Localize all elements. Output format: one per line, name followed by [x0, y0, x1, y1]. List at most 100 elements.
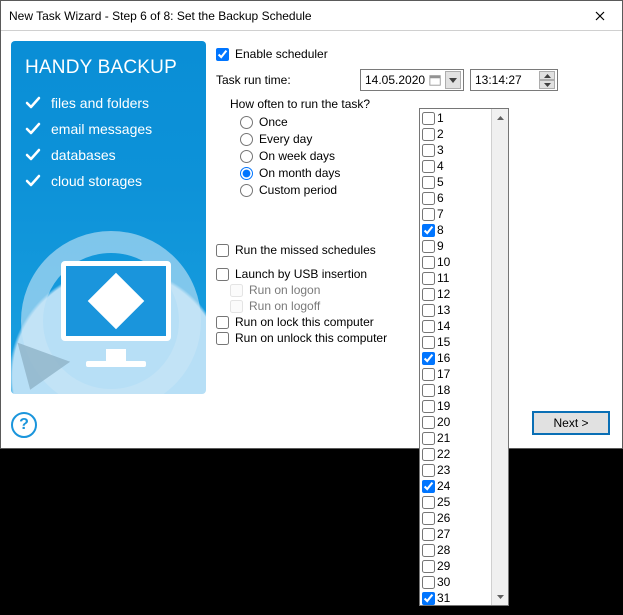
day-checkbox[interactable] — [422, 160, 435, 173]
radio-month-days-input[interactable] — [240, 167, 253, 180]
day-checkbox[interactable] — [422, 208, 435, 221]
day-checkbox[interactable] — [422, 112, 435, 125]
day-row[interactable]: 15 — [422, 334, 489, 350]
time-spin-up[interactable] — [539, 71, 555, 80]
sidebar-panel: HANDY BACKUP files and foldersemail mess… — [11, 41, 206, 394]
day-checkbox[interactable] — [422, 448, 435, 461]
day-row[interactable]: 29 — [422, 558, 489, 574]
day-row[interactable]: 11 — [422, 270, 489, 286]
day-row[interactable]: 4 — [422, 158, 489, 174]
day-row[interactable]: 8 — [422, 222, 489, 238]
day-checkbox[interactable] — [422, 496, 435, 509]
day-row[interactable]: 27 — [422, 526, 489, 542]
day-row[interactable]: 19 — [422, 398, 489, 414]
day-checkbox[interactable] — [422, 320, 435, 333]
day-row[interactable]: 16 — [422, 350, 489, 366]
day-row[interactable]: 12 — [422, 286, 489, 302]
run-missed-row[interactable]: Run the missed schedules — [216, 243, 612, 257]
day-label: 15 — [437, 335, 450, 349]
day-checkbox[interactable] — [422, 384, 435, 397]
enable-scheduler-row[interactable]: Enable scheduler — [216, 47, 612, 61]
day-label: 21 — [437, 431, 450, 445]
day-checkbox[interactable] — [422, 128, 435, 141]
day-checkbox[interactable] — [422, 224, 435, 237]
run-on-lock-row[interactable]: Run on lock this computer — [216, 315, 612, 329]
day-row[interactable]: 17 — [422, 366, 489, 382]
day-row[interactable]: 25 — [422, 494, 489, 510]
day-checkbox[interactable] — [422, 544, 435, 557]
day-checkbox[interactable] — [422, 240, 435, 253]
days-scrollbar[interactable] — [491, 109, 508, 605]
day-row[interactable]: 24 — [422, 478, 489, 494]
enable-scheduler-checkbox[interactable] — [216, 48, 229, 61]
day-checkbox[interactable] — [422, 560, 435, 573]
run-on-lock-checkbox[interactable] — [216, 316, 229, 329]
day-checkbox[interactable] — [422, 144, 435, 157]
day-row[interactable]: 1 — [422, 110, 489, 126]
date-field[interactable]: 14.05.2020 — [360, 69, 464, 91]
day-checkbox[interactable] — [422, 352, 435, 365]
launch-usb-checkbox[interactable] — [216, 268, 229, 281]
day-checkbox[interactable] — [422, 304, 435, 317]
day-checkbox[interactable] — [422, 480, 435, 493]
scroll-down-button[interactable] — [492, 588, 508, 605]
radio-once-input[interactable] — [240, 116, 253, 129]
close-icon — [595, 11, 605, 21]
day-row[interactable]: 5 — [422, 174, 489, 190]
help-button[interactable]: ? — [11, 412, 37, 438]
day-row[interactable]: 3 — [422, 142, 489, 158]
time-field[interactable]: 13:14:27 — [470, 69, 558, 91]
day-checkbox[interactable] — [422, 400, 435, 413]
day-checkbox[interactable] — [422, 592, 435, 605]
day-checkbox[interactable] — [422, 368, 435, 381]
next-button[interactable]: Next > — [532, 411, 610, 435]
day-row[interactable]: 21 — [422, 430, 489, 446]
day-row[interactable]: 28 — [422, 542, 489, 558]
day-checkbox[interactable] — [422, 256, 435, 269]
sidebar-art — [31, 241, 191, 394]
day-row[interactable]: 23 — [422, 462, 489, 478]
day-row[interactable]: 6 — [422, 190, 489, 206]
radio-custom-input[interactable] — [240, 184, 253, 197]
time-spin-down[interactable] — [539, 80, 555, 89]
day-row[interactable]: 7 — [422, 206, 489, 222]
run-on-unlock-checkbox[interactable] — [216, 332, 229, 345]
days-list[interactable]: 1234567891011121314151617181920212223242… — [420, 109, 491, 605]
launch-usb-row[interactable]: Launch by USB insertion — [216, 267, 612, 281]
scroll-track[interactable] — [492, 126, 508, 588]
day-checkbox[interactable] — [422, 576, 435, 589]
day-row[interactable]: 31 — [422, 590, 489, 606]
day-row[interactable]: 13 — [422, 302, 489, 318]
day-checkbox[interactable] — [422, 336, 435, 349]
run-on-unlock-row[interactable]: Run on unlock this computer — [216, 331, 612, 345]
scroll-up-button[interactable] — [492, 109, 508, 126]
run-missed-checkbox[interactable] — [216, 244, 229, 257]
day-row[interactable]: 22 — [422, 446, 489, 462]
chevron-down-icon — [544, 83, 551, 87]
day-checkbox[interactable] — [422, 176, 435, 189]
day-checkbox[interactable] — [422, 432, 435, 445]
day-checkbox[interactable] — [422, 512, 435, 525]
day-row[interactable]: 26 — [422, 510, 489, 526]
day-row[interactable]: 9 — [422, 238, 489, 254]
help-icon: ? — [19, 416, 29, 434]
close-button[interactable] — [577, 1, 622, 30]
day-row[interactable]: 18 — [422, 382, 489, 398]
day-checkbox[interactable] — [422, 528, 435, 541]
window-title: New Task Wizard - Step 6 of 8: Set the B… — [9, 9, 312, 23]
radio-week-days-input[interactable] — [240, 150, 253, 163]
day-label: 24 — [437, 479, 450, 493]
date-dropdown-button[interactable] — [445, 71, 461, 89]
day-row[interactable]: 2 — [422, 126, 489, 142]
day-checkbox[interactable] — [422, 288, 435, 301]
radio-every-day-input[interactable] — [240, 133, 253, 146]
day-row[interactable]: 20 — [422, 414, 489, 430]
day-row[interactable]: 30 — [422, 574, 489, 590]
day-checkbox[interactable] — [422, 464, 435, 477]
day-checkbox[interactable] — [422, 192, 435, 205]
day-row[interactable]: 10 — [422, 254, 489, 270]
check-icon — [25, 173, 41, 189]
day-row[interactable]: 14 — [422, 318, 489, 334]
day-checkbox[interactable] — [422, 416, 435, 429]
day-checkbox[interactable] — [422, 272, 435, 285]
